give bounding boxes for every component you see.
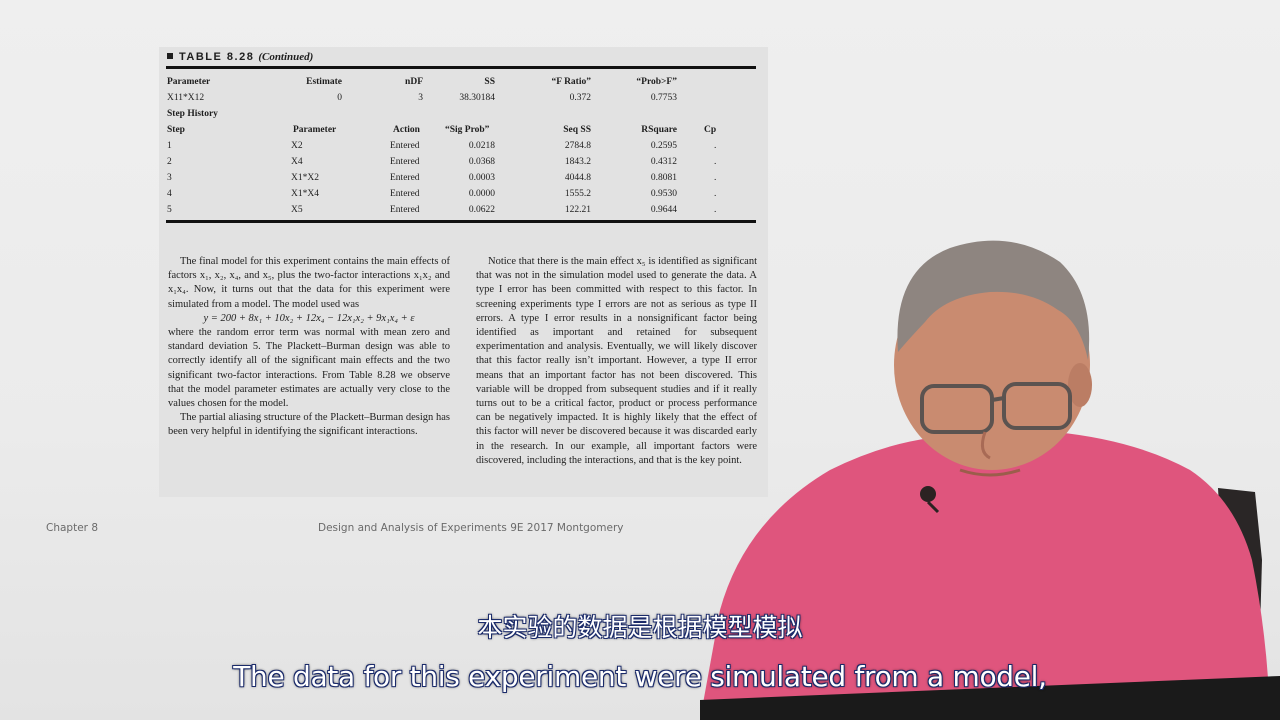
subtitle-english: The data for this experiment were simula… [233,660,1047,693]
subtitle-chinese: 本实验的数据是根据模型模拟 [477,613,803,642]
microphone-icon [920,486,936,502]
